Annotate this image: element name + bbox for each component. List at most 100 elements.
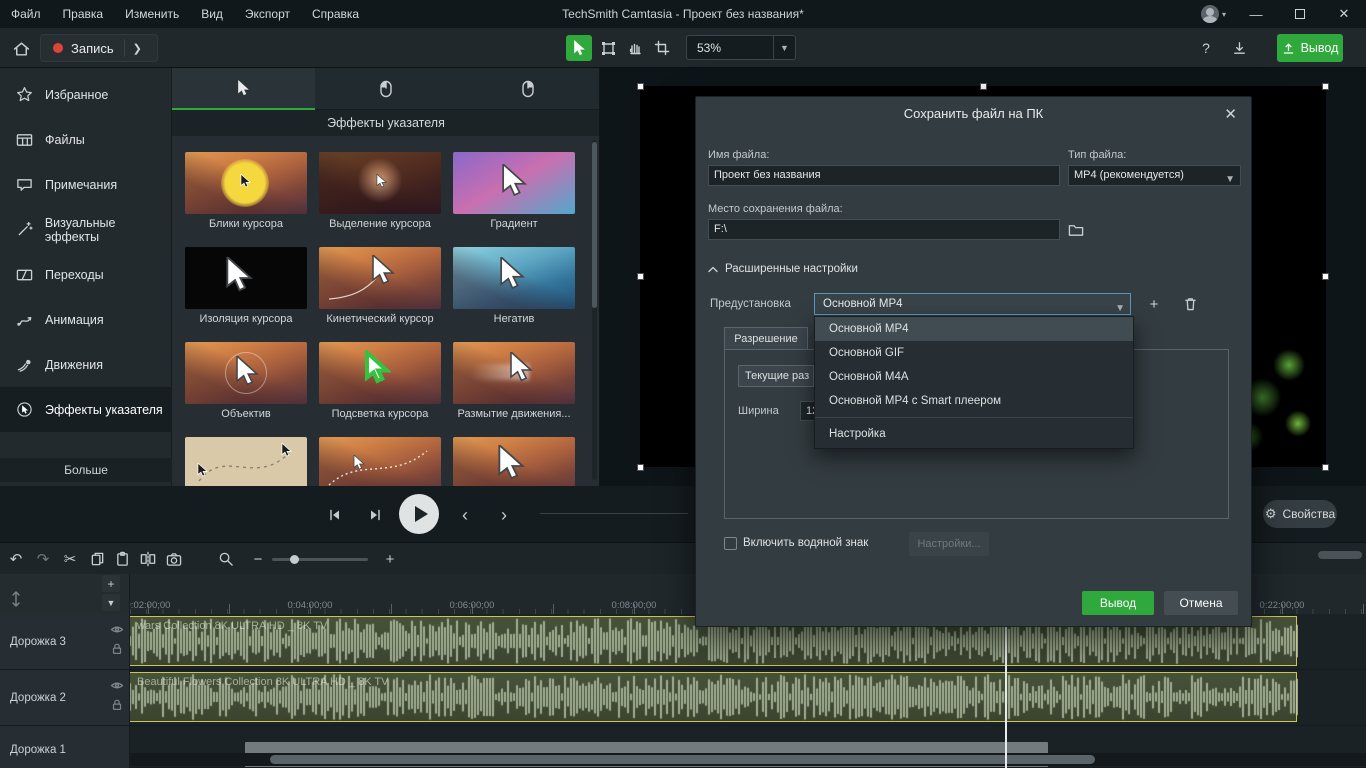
delete-preset-button[interactable] — [1177, 293, 1203, 315]
eye-icon[interactable] — [110, 624, 124, 635]
sidebar-item-favorites[interactable]: Избранное — [0, 72, 172, 117]
next-clip-button[interactable]: › — [491, 502, 517, 528]
redo-button[interactable]: ↷ — [31, 547, 55, 571]
record-button[interactable]: Запись ❯ — [40, 34, 158, 62]
zoom-level-select[interactable]: 53% ▼ — [686, 35, 796, 60]
lock-icon[interactable] — [110, 698, 124, 712]
timeline-hscrollbar[interactable] — [130, 753, 1366, 766]
sidebar-item-behaviors[interactable]: Движения — [0, 342, 172, 387]
sidebar-item-transitions[interactable]: Переходы — [0, 252, 172, 297]
download-button[interactable] — [1227, 36, 1251, 60]
mini-scrollbar[interactable] — [1318, 551, 1362, 559]
effect-thumb-gradient[interactable] — [453, 152, 575, 214]
dropdown-option-gif[interactable]: Основной GIF — [815, 341, 1133, 365]
dialog-export-button[interactable]: Вывод — [1082, 591, 1154, 615]
resize-handle-ne[interactable] — [1322, 83, 1329, 90]
browse-folder-button[interactable] — [1064, 219, 1088, 240]
pan-tool-button[interactable] — [622, 35, 648, 61]
location-input[interactable]: F:\ — [708, 219, 1060, 240]
previous-frame-button[interactable] — [322, 502, 348, 528]
export-button[interactable]: Вывод — [1277, 34, 1343, 62]
effect-thumb-cursor-halo[interactable] — [185, 152, 307, 214]
slider-handle[interactable] — [290, 555, 299, 564]
hscrollbar-thumb[interactable] — [270, 755, 1095, 764]
menu-view[interactable]: Вид — [190, 0, 234, 28]
track-header-2[interactable]: Дорожка 2 — [0, 670, 130, 726]
clip-track2[interactable]: Beautiful Flowers Collection 8K ULTRA HD… — [130, 672, 1297, 722]
effect-thumb-path[interactable] — [185, 437, 307, 486]
effect-thumb-cursor-spotlight[interactable] — [319, 152, 441, 214]
zoom-timeline-button[interactable] — [214, 547, 238, 571]
track-header-3[interactable]: Дорожка 3 — [0, 614, 130, 670]
current-size-button[interactable]: Текущие раз — [738, 365, 814, 387]
tab-left-click[interactable] — [315, 68, 458, 110]
help-button[interactable]: ? — [1194, 36, 1218, 60]
effect-thumb-cursor-scale[interactable] — [453, 437, 575, 486]
resize-handle-w[interactable] — [637, 273, 644, 280]
next-frame-button[interactable] — [362, 502, 388, 528]
track-height-icon[interactable] — [8, 590, 24, 608]
effect-thumb-negative[interactable] — [453, 247, 575, 309]
track-options-button[interactable]: ▼ — [102, 594, 120, 611]
pointer-tool-button[interactable] — [566, 35, 592, 61]
tab-cursor[interactable] — [172, 68, 315, 110]
minimize-button[interactable]: — — [1234, 0, 1278, 28]
dialog-close-button[interactable]: ✕ — [1224, 105, 1237, 123]
record-chevron-icon[interactable]: ❯ — [125, 42, 150, 55]
cut-button[interactable]: ✂ — [58, 547, 82, 571]
preset-combobox[interactable]: Основной MP4 ▼ — [814, 293, 1131, 315]
dropdown-option-smartplayer[interactable]: Основной MP4 с Smart плеером — [815, 389, 1133, 413]
scrollbar-thumb[interactable] — [592, 142, 597, 308]
menu-modify[interactable]: Изменить — [114, 0, 190, 28]
menu-edit[interactable]: Правка — [52, 0, 115, 28]
home-button[interactable] — [8, 36, 34, 62]
dialog-cancel-button[interactable]: Отмена — [1164, 591, 1238, 615]
close-button[interactable]: ✕ — [1322, 0, 1366, 28]
dropdown-option-mp4[interactable]: Основной MP4 — [815, 317, 1133, 341]
eye-icon[interactable] — [110, 680, 124, 691]
effect-thumb-kinetic[interactable] — [319, 247, 441, 309]
track-content[interactable]: Beautiful Flowers Collection 8K ULTRA HD… — [130, 670, 1366, 726]
watermark-settings-button[interactable]: Настройки... — [909, 532, 989, 556]
menu-export[interactable]: Экспорт — [234, 0, 301, 28]
sidebar-more-button[interactable]: Больше — [0, 458, 172, 482]
tab-right-click[interactable] — [457, 68, 600, 110]
zoom-in-button[interactable]: + — [378, 547, 402, 571]
sidebar-item-cursor-effects[interactable]: Эффекты указателя — [0, 387, 172, 432]
maximize-button[interactable] — [1278, 0, 1322, 28]
panel-scrollbar[interactable] — [592, 140, 597, 480]
effect-thumb-highlight[interactable] — [319, 342, 441, 404]
transform-tool-button[interactable] — [595, 35, 621, 61]
advanced-settings-toggle[interactable]: Расширенные настройки — [708, 263, 858, 275]
previous-clip-button[interactable]: ‹ — [452, 502, 478, 528]
split-button[interactable] — [136, 547, 160, 571]
effect-thumb-motion-blur[interactable] — [453, 342, 575, 404]
tab-resolution[interactable]: Разрешение — [724, 327, 808, 350]
file-name-input[interactable]: Проект без названия — [708, 165, 1060, 186]
effect-thumb-lens[interactable] — [185, 342, 307, 404]
resize-handle-nw[interactable] — [637, 83, 644, 90]
resize-handle-se[interactable] — [1322, 464, 1329, 471]
paste-button[interactable] — [110, 547, 134, 571]
crop-tool-button[interactable] — [649, 35, 675, 61]
dropdown-option-m4a[interactable]: Основной M4A — [815, 365, 1133, 389]
menu-file[interactable]: Файл — [0, 0, 52, 28]
account-button[interactable]: ▾ — [1193, 5, 1234, 23]
play-button[interactable] — [399, 494, 439, 534]
add-preset-button[interactable]: + — [1141, 293, 1167, 315]
properties-button[interactable]: ⚙ Свойства — [1263, 500, 1337, 528]
snapshot-button[interactable] — [162, 547, 186, 571]
copy-button[interactable] — [85, 547, 109, 571]
sidebar-item-annotations[interactable]: Примечания — [0, 162, 172, 207]
resize-handle-n[interactable] — [980, 83, 987, 90]
sidebar-item-animations[interactable]: Анимация — [0, 297, 172, 342]
dropdown-option-custom[interactable]: Настройка — [815, 422, 1133, 446]
menu-help[interactable]: Справка — [301, 0, 370, 28]
track-header-1[interactable]: Дорожка 1 — [0, 726, 130, 768]
zoom-out-button[interactable]: − — [246, 547, 270, 571]
sidebar-item-media[interactable]: Файлы — [0, 117, 172, 162]
resize-handle-e[interactable] — [1322, 273, 1329, 280]
resize-handle-sw[interactable] — [637, 464, 644, 471]
watermark-checkbox[interactable] — [724, 537, 737, 550]
undo-button[interactable]: ↶ — [4, 547, 28, 571]
